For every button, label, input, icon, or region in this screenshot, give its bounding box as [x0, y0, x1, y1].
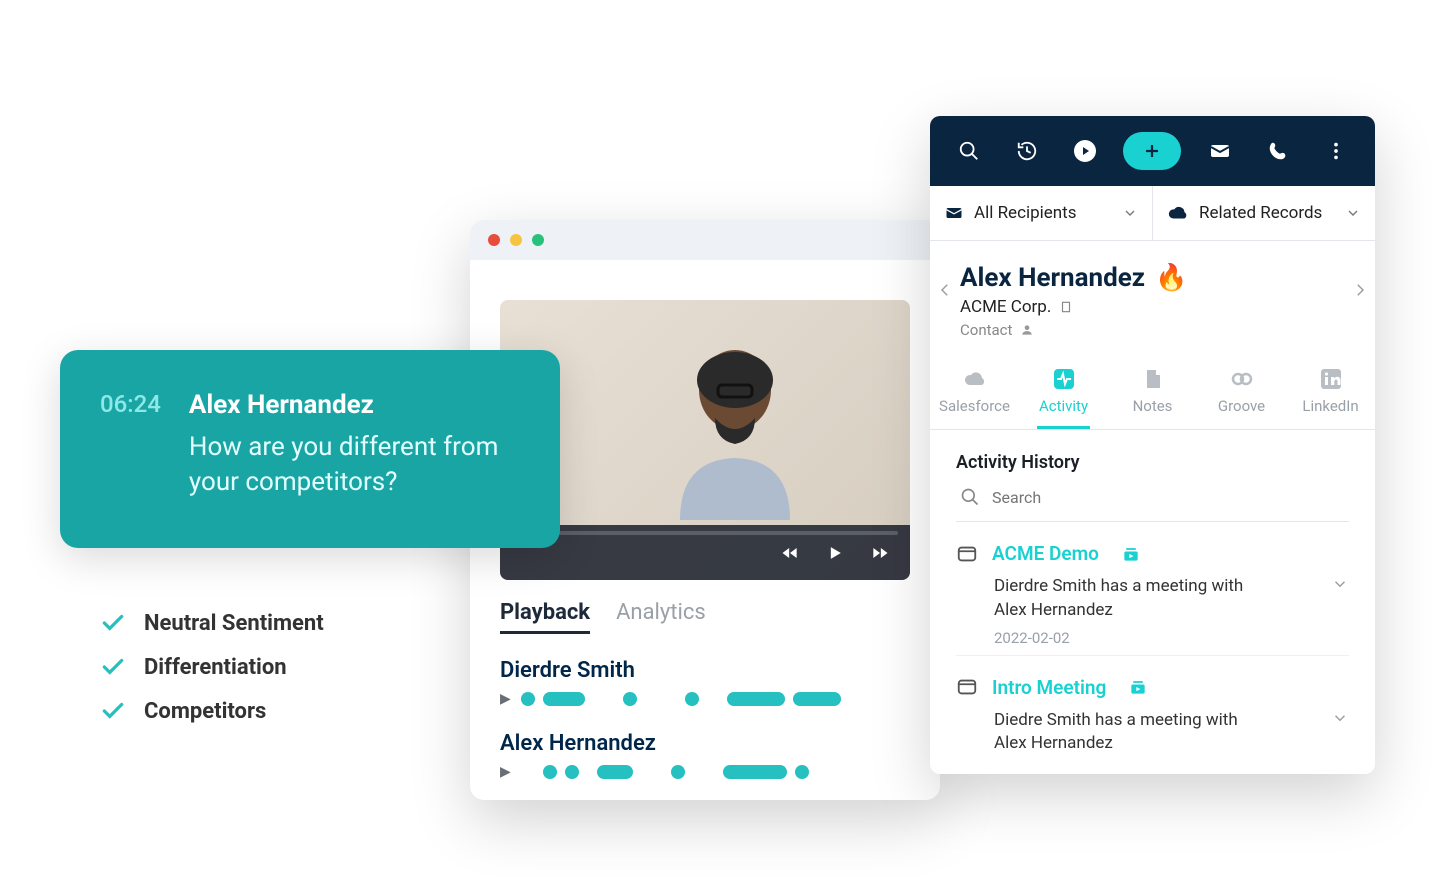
- prev-contact-button[interactable]: [936, 281, 954, 299]
- transcript-speaker: Alex Hernandez: [189, 390, 519, 420]
- video-scrubber[interactable]: [500, 525, 910, 580]
- rewind-button[interactable]: [780, 543, 800, 563]
- tag-label: Competitors: [144, 699, 266, 724]
- phone-icon[interactable]: [1258, 131, 1298, 171]
- tab-salesforce[interactable]: Salesforce: [930, 359, 1019, 429]
- tab-label: Groove: [1218, 397, 1265, 415]
- notes-icon: [1141, 367, 1165, 391]
- tab-label: Activity: [1039, 397, 1088, 415]
- check-icon: [100, 698, 126, 724]
- play-icon[interactable]: ▶: [500, 691, 511, 707]
- transcript-quote: How are you different from your competit…: [189, 430, 519, 500]
- history-icon[interactable]: [1007, 131, 1047, 171]
- window-zoom-dot[interactable]: [532, 234, 544, 246]
- mail-icon[interactable]: [1200, 131, 1240, 171]
- tab-analytics[interactable]: Analytics: [616, 600, 706, 634]
- speaker-name: Dierdre Smith: [500, 658, 940, 683]
- fire-icon: 🔥: [1155, 263, 1187, 293]
- play-circle-icon[interactable]: [1065, 131, 1105, 171]
- video-frame[interactable]: [500, 300, 910, 580]
- transcript-card: 06:24 Alex Hernandez How are you differe…: [60, 350, 560, 548]
- tab-playback[interactable]: Playback: [500, 600, 590, 634]
- side-panel-tabs: Salesforce Activity Notes Groove LinkedI…: [930, 353, 1375, 430]
- tab-label: LinkedIn: [1302, 397, 1358, 415]
- recipients-selector[interactable]: All Recipients: [930, 186, 1152, 240]
- speaker-block: Alex Hernandez ▶: [500, 731, 940, 780]
- history-search-input[interactable]: [992, 488, 1349, 507]
- side-panel: All Recipients Related Records Alex Hern…: [930, 116, 1375, 774]
- scrubber-track[interactable]: [512, 531, 898, 535]
- chevron-down-icon: [1122, 205, 1138, 221]
- tag-item: Competitors: [100, 698, 324, 724]
- history-title: Activity History: [956, 452, 1349, 473]
- tag-label: Neutral Sentiment: [144, 611, 324, 636]
- play-button[interactable]: [825, 543, 845, 563]
- chevron-down-icon: [1345, 205, 1361, 221]
- transcript-timestamp: 06:24: [100, 390, 161, 500]
- waveform[interactable]: [521, 765, 809, 779]
- tag-item: Neutral Sentiment: [100, 610, 324, 636]
- check-icon: [100, 610, 126, 636]
- side-panel-toolbar: [930, 116, 1375, 186]
- tab-label: Notes: [1133, 397, 1173, 415]
- selector-label: All Recipients: [974, 203, 1077, 223]
- window-icon: [956, 543, 978, 565]
- tag-item: Differentiation: [100, 654, 324, 680]
- waveform[interactable]: [521, 692, 841, 706]
- cloud-icon: [963, 367, 987, 391]
- check-icon: [100, 654, 126, 680]
- contact-type: Contact: [960, 321, 1012, 339]
- contact-name: Alex Hernandez: [960, 263, 1145, 293]
- tab-label: Salesforce: [939, 397, 1010, 415]
- video-person-illustration: [660, 340, 810, 520]
- contact-header: Alex Hernandez 🔥 ACME Corp. Contact: [930, 241, 1375, 353]
- tab-linkedin[interactable]: LinkedIn: [1286, 359, 1375, 429]
- flow-icon: [1128, 677, 1148, 697]
- add-button[interactable]: [1123, 132, 1181, 170]
- tab-notes[interactable]: Notes: [1108, 359, 1197, 429]
- related-records-selector[interactable]: Related Records: [1152, 186, 1375, 240]
- tag-list: Neutral Sentiment Differentiation Compet…: [100, 610, 324, 724]
- history-item[interactable]: Intro Meeting Diedre Smith has a meeting…: [956, 656, 1349, 765]
- cloud-icon: [1167, 202, 1189, 224]
- mail-filled-icon: [944, 203, 964, 223]
- tab-activity[interactable]: Activity: [1019, 359, 1108, 429]
- search-icon: [960, 487, 980, 507]
- flow-icon: [1121, 544, 1141, 564]
- history-search[interactable]: [956, 487, 1349, 522]
- chevron-down-icon[interactable]: [1331, 575, 1349, 593]
- history-item-desc: Dierdre Smith has a meeting with Alex He…: [994, 575, 1264, 623]
- window-icon: [956, 676, 978, 698]
- next-contact-button[interactable]: [1351, 281, 1369, 299]
- forward-button[interactable]: [870, 543, 890, 563]
- search-icon[interactable]: [949, 131, 989, 171]
- window-close-dot[interactable]: [488, 234, 500, 246]
- company-name: ACME Corp.: [960, 297, 1051, 317]
- history-item-title: Intro Meeting: [992, 676, 1106, 699]
- tag-label: Differentiation: [144, 655, 287, 680]
- chevron-down-icon[interactable]: [1331, 709, 1349, 727]
- more-icon[interactable]: [1316, 131, 1356, 171]
- speaker-block: Dierdre Smith ▶: [500, 658, 940, 707]
- window-titlebar: [470, 220, 940, 260]
- speaker-name: Alex Hernandez: [500, 731, 940, 756]
- video-tabs: Playback Analytics: [500, 600, 940, 634]
- history-item-title: ACME Demo: [992, 542, 1099, 565]
- building-icon: [1059, 300, 1073, 314]
- window-minimize-dot[interactable]: [510, 234, 522, 246]
- tab-groove[interactable]: Groove: [1197, 359, 1286, 429]
- person-icon: [1020, 323, 1034, 337]
- activity-history: Activity History ACME Demo Dierdre Smith…: [930, 430, 1375, 774]
- play-icon[interactable]: ▶: [500, 764, 511, 780]
- groove-icon: [1230, 367, 1254, 391]
- activity-icon: [1052, 367, 1076, 391]
- linkedin-icon: [1319, 367, 1343, 391]
- history-item-date: 2022-02-02: [994, 629, 1349, 647]
- selector-label: Related Records: [1199, 203, 1322, 223]
- history-item-desc: Diedre Smith has a meeting with Alex Her…: [994, 709, 1264, 757]
- history-item[interactable]: ACME Demo Dierdre Smith has a meeting wi…: [956, 522, 1349, 656]
